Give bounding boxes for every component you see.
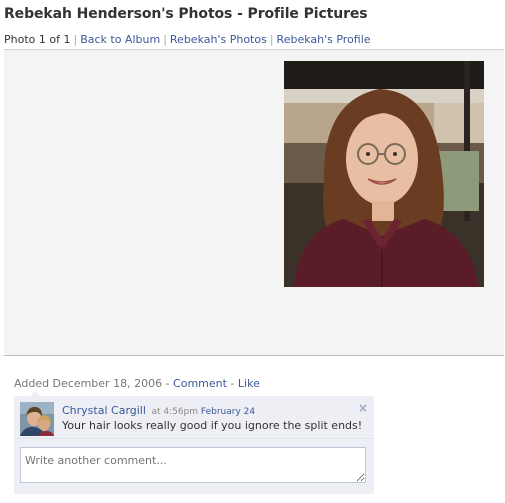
nav-separator: | — [163, 33, 167, 46]
comment-time: at 4:56pm — [151, 407, 199, 417]
photo-nav: Photo 1 of 1 | Back to Album | Rebekah's Pho… — [4, 33, 371, 46]
back-to-album-link[interactable]: Back to Album — [80, 33, 160, 46]
photo-meta: Added December 18, 2006 - Comment - Like — [14, 377, 260, 390]
comment-link[interactable]: Comment — [173, 377, 227, 390]
nav-separator: | — [269, 33, 274, 46]
close-icon[interactable]: × — [358, 401, 368, 415]
added-date: Added December 18, 2006 - — [14, 377, 170, 390]
comment-input[interactable] — [20, 447, 366, 483]
comment-text: Your hair looks really good if you ignor… — [62, 419, 363, 432]
profile-photo[interactable] — [284, 61, 484, 287]
page-title: Rebekah Henderson's Photos - Profile Pic… — [4, 6, 368, 22]
comment-author-link[interactable]: Chrystal Cargill — [62, 404, 146, 417]
comment-item: Chrystal Cargill at 4:56pm February 24 Y… — [14, 396, 374, 439]
photo-counter: Photo 1 of 1 — [4, 33, 71, 46]
photo-stage — [4, 49, 504, 356]
user-photos-link[interactable]: Rebekah's Photos — [170, 33, 267, 46]
avatar[interactable] — [20, 402, 54, 436]
comment-date-link[interactable]: February 24 — [201, 407, 255, 417]
like-link[interactable]: Like — [238, 377, 260, 390]
nav-separator: | — [73, 33, 78, 46]
user-profile-link[interactable]: Rebekah's Profile — [277, 33, 371, 46]
comment-timestamp: at 4:56pm February 24 — [151, 407, 255, 417]
meta-separator: - — [230, 377, 235, 390]
comments-section: Chrystal Cargill at 4:56pm February 24 Y… — [14, 396, 374, 494]
comment-header: Chrystal Cargill at 4:56pm February 24 — [62, 404, 255, 417]
